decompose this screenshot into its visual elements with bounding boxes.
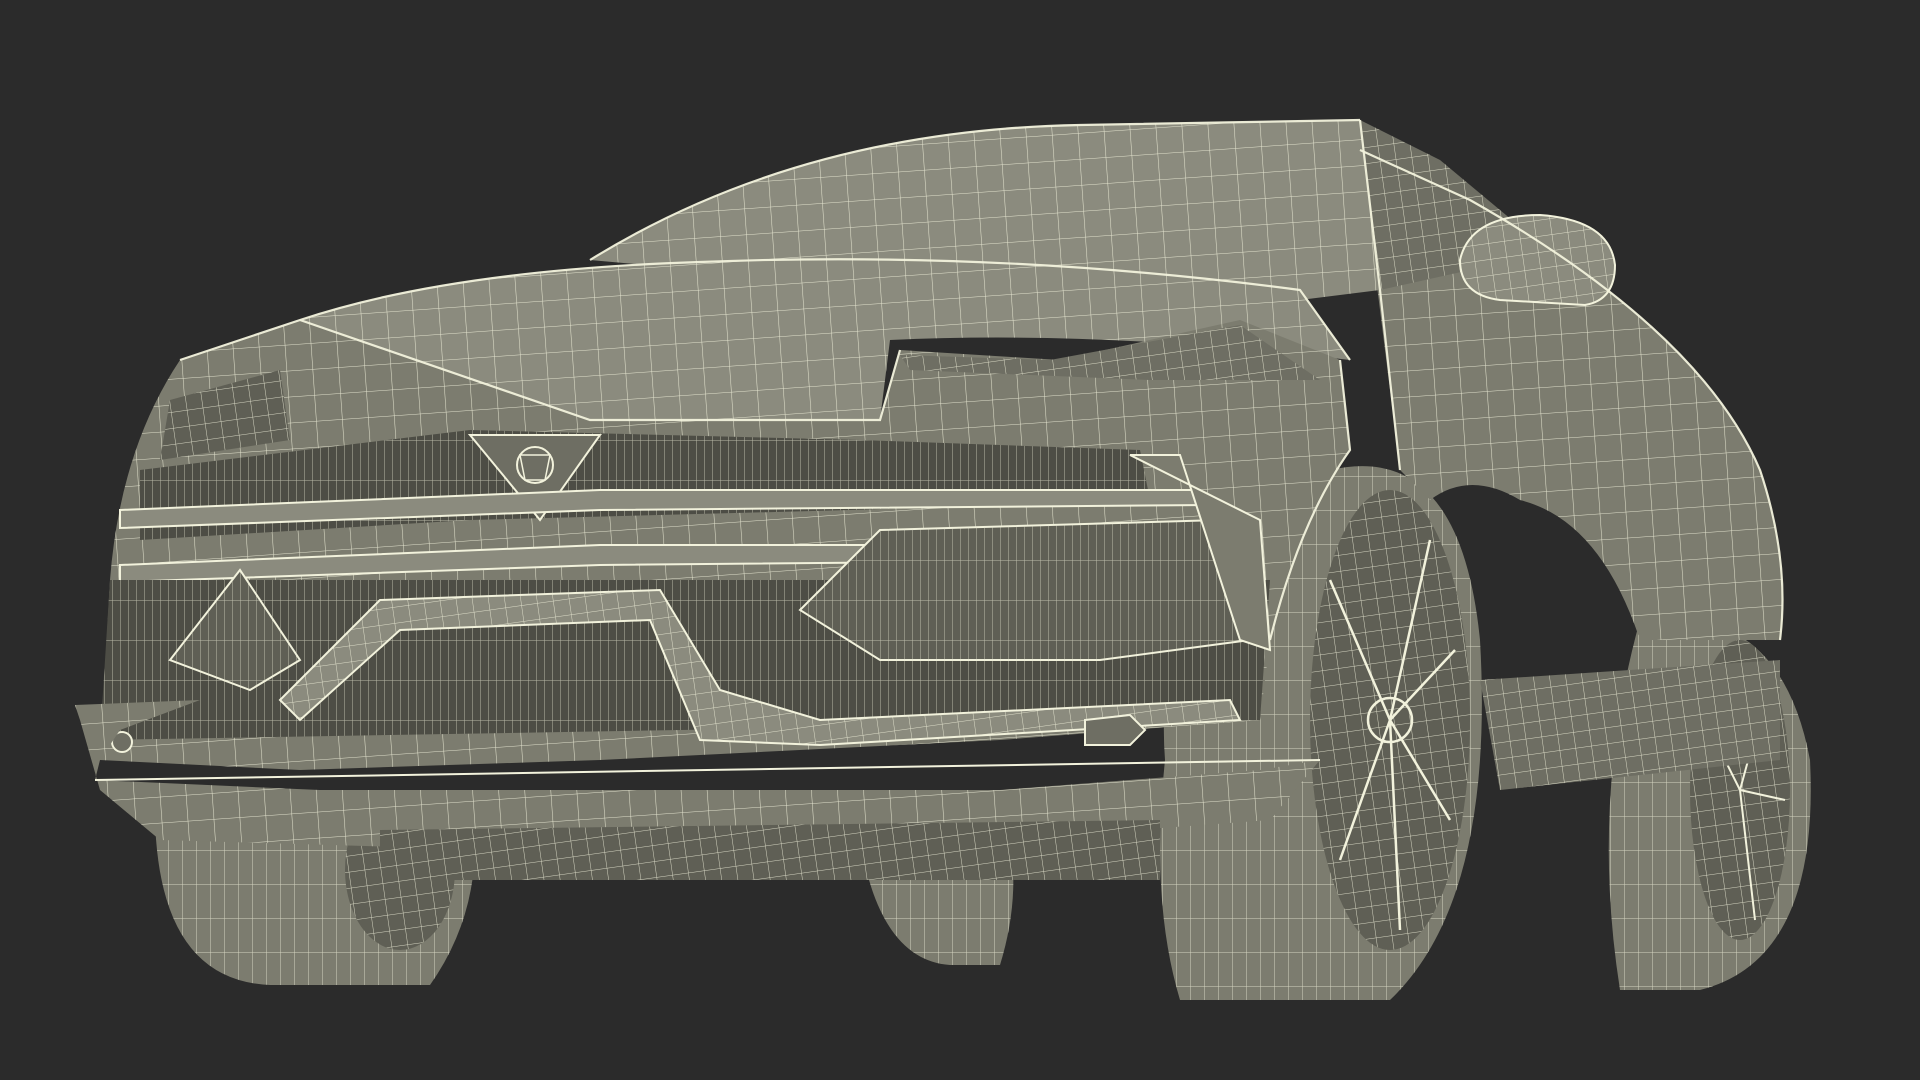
wireframe-render-viewport bbox=[0, 0, 1920, 1080]
underbody bbox=[380, 820, 1160, 880]
side-mirror bbox=[1458, 213, 1617, 307]
car-wireframe-render bbox=[75, 118, 1811, 1001]
